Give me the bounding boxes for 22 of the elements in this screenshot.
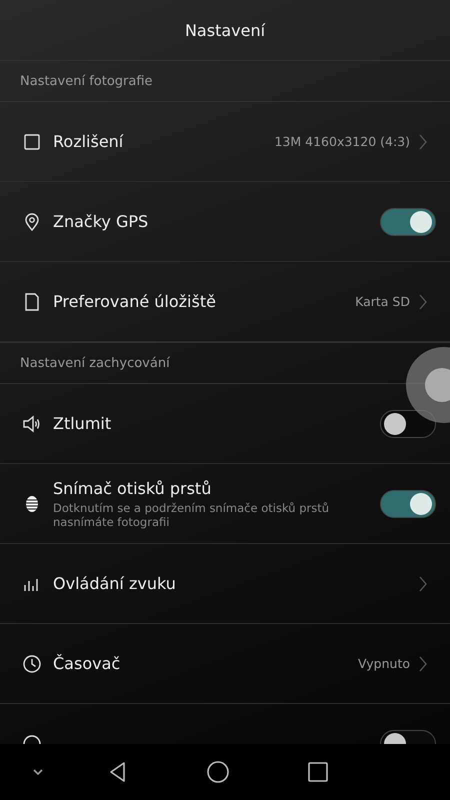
setting-label: Značky GPS — [53, 212, 148, 231]
setting-value: Karta SD — [355, 294, 410, 309]
recents-icon[interactable] — [306, 760, 330, 784]
home-icon[interactable] — [206, 760, 230, 784]
setting-label: Preferované úložiště — [53, 292, 216, 311]
square-icon — [22, 132, 42, 152]
section-heading: Nastavení fotografie — [20, 74, 153, 88]
clock-icon — [22, 654, 42, 674]
setting-description: Dotknutím se a podržením snímače otisků prstů nasnímáte fotografii — [53, 500, 330, 528]
setting-label: Snímač otisků prstů — [53, 478, 212, 498]
section-heading: Nastavení zachycování — [20, 356, 170, 370]
toggle-switch[interactable] — [380, 410, 436, 438]
screen-title: Nastavení — [184, 20, 266, 40]
setting-label: Časovač — [53, 654, 120, 673]
setting-value: Vypnuto — [358, 656, 410, 671]
setting-label: Ovládání zvuku — [53, 574, 176, 593]
toggle-switch[interactable] — [380, 208, 436, 236]
toggle-switch[interactable] — [380, 490, 436, 518]
setting-value: 13M 4160x3120 (4:3) — [274, 134, 410, 149]
setting-label: Rozlišení — [53, 132, 124, 151]
speaker-icon — [22, 414, 42, 434]
setting-label: Ztlumit — [53, 414, 112, 433]
